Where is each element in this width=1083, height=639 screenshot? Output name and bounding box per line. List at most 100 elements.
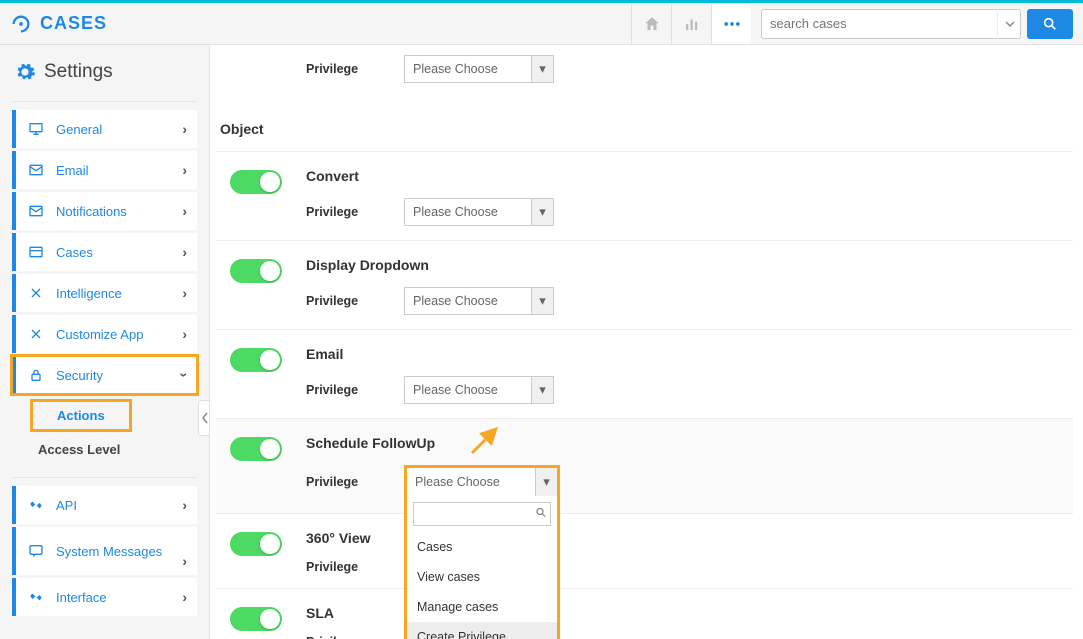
dropdown-search-input[interactable] bbox=[413, 502, 551, 526]
toggle-360-view[interactable] bbox=[230, 532, 282, 556]
stats-icon[interactable] bbox=[671, 4, 711, 44]
plug-icon bbox=[26, 589, 46, 605]
more-icon[interactable] bbox=[711, 4, 751, 44]
tools-icon bbox=[26, 326, 46, 342]
toggle-convert[interactable] bbox=[230, 170, 282, 194]
mail-icon bbox=[26, 162, 46, 178]
main-panel: Privilege Please Choose ▾ Object Convert… bbox=[210, 45, 1083, 639]
privilege-select[interactable]: Please Choose▾ bbox=[404, 287, 554, 315]
toggle-schedule-followup[interactable] bbox=[230, 437, 282, 461]
sidebar-title: Settings bbox=[44, 61, 113, 83]
chevron-right-icon: › bbox=[182, 285, 187, 301]
plug-icon bbox=[26, 497, 46, 513]
home-icon[interactable] bbox=[631, 4, 671, 44]
chevron-right-icon: › bbox=[182, 244, 187, 260]
tools-icon bbox=[26, 285, 46, 301]
chevron-right-icon: › bbox=[182, 497, 187, 513]
row-title: Convert bbox=[306, 168, 1063, 184]
chevron-right-icon: › bbox=[182, 326, 187, 342]
select-value: Please Choose bbox=[405, 199, 531, 225]
sidebar-item-cases[interactable]: Cases › bbox=[12, 233, 197, 271]
privilege-select[interactable]: Please Choose ▾ bbox=[404, 55, 554, 83]
row-sla: SLA Privilege bbox=[216, 588, 1073, 639]
search-dropdown-caret[interactable] bbox=[997, 9, 1021, 39]
privilege-label: Privilege bbox=[306, 475, 366, 489]
search-area bbox=[761, 9, 1073, 39]
sidebar-item-email[interactable]: Email › bbox=[12, 151, 197, 189]
caret-down-icon[interactable]: ▾ bbox=[531, 56, 553, 82]
sidebar-sub-actions[interactable]: Actions bbox=[30, 399, 132, 432]
privilege-select[interactable]: Please Choose▾ bbox=[404, 376, 554, 404]
chevron-right-icon: › bbox=[182, 589, 187, 605]
sidebar-item-interface[interactable]: Interface › bbox=[12, 578, 197, 616]
select-value: Please Choose bbox=[407, 468, 535, 496]
privilege-label: Privilege bbox=[306, 205, 366, 219]
dropdown-option[interactable]: View cases bbox=[407, 562, 557, 592]
sidebar-sub-access-level[interactable]: Access Level bbox=[30, 432, 197, 463]
toggle-display-dropdown[interactable] bbox=[230, 259, 282, 283]
row-email: Email Privilege Please Choose▾ bbox=[216, 329, 1073, 418]
sidebar-item-label: General bbox=[56, 122, 182, 137]
row-title: Email bbox=[306, 346, 1063, 362]
sidebar-item-label: Notifications bbox=[56, 204, 182, 219]
sidebar-item-label: Email bbox=[56, 163, 182, 178]
search-input[interactable] bbox=[761, 9, 1021, 39]
card-icon bbox=[26, 244, 46, 260]
sidebar-item-label: Customize App bbox=[56, 327, 182, 342]
select-value: Please Choose bbox=[405, 377, 531, 403]
privilege-label: Privilege bbox=[306, 560, 366, 574]
sidebar-item-label: System Messages bbox=[56, 544, 182, 559]
top-bar: CASES bbox=[0, 0, 1083, 45]
sidebar-item-general[interactable]: General › bbox=[12, 110, 197, 148]
privilege-select[interactable]: Please Choose ▾ bbox=[407, 468, 557, 496]
sidebar-item-notifications[interactable]: Notifications › bbox=[12, 192, 197, 230]
sidebar-item-api[interactable]: API › bbox=[12, 486, 197, 524]
dropdown-option[interactable]: Cases bbox=[407, 532, 557, 562]
row-360-view: 360° View Privilege bbox=[216, 513, 1073, 588]
brand: CASES bbox=[10, 13, 107, 35]
row-title: Display Dropdown bbox=[306, 257, 1063, 273]
search-button[interactable] bbox=[1027, 9, 1073, 39]
section-title-object: Object bbox=[216, 97, 1073, 151]
gear-icon bbox=[14, 61, 36, 83]
chevron-right-icon: › bbox=[182, 553, 187, 569]
chevron-right-icon: › bbox=[182, 121, 187, 137]
sidebar-heading: Settings bbox=[12, 57, 197, 95]
chevron-down-icon: › bbox=[177, 373, 193, 378]
top-privilege-row: Privilege Please Choose ▾ bbox=[216, 45, 1073, 97]
sidebar: Settings General › Email › Notifications… bbox=[0, 45, 210, 639]
sidebar-sub-security: Actions Access Level bbox=[12, 397, 197, 471]
dropdown-option[interactable]: Create Privilege bbox=[407, 622, 557, 639]
sidebar-item-customize-app[interactable]: Customize App › bbox=[12, 315, 197, 353]
caret-down-icon[interactable]: ▾ bbox=[531, 288, 553, 314]
privilege-label: Privilege bbox=[306, 294, 366, 308]
search-box bbox=[761, 9, 1021, 39]
search-icon bbox=[535, 507, 547, 522]
privilege-select[interactable]: Please Choose▾ bbox=[404, 198, 554, 226]
sidebar-item-system-messages[interactable]: System Messages › bbox=[12, 527, 197, 575]
sidebar-item-intelligence[interactable]: Intelligence › bbox=[12, 274, 197, 312]
brand-logo-icon bbox=[10, 13, 32, 35]
lock-icon bbox=[26, 367, 46, 383]
caret-down-icon[interactable]: ▾ bbox=[531, 377, 553, 403]
chevron-right-icon: › bbox=[182, 203, 187, 219]
toggle-sla[interactable] bbox=[230, 607, 282, 631]
row-convert: Convert Privilege Please Choose▾ bbox=[216, 151, 1073, 240]
dropdown-option[interactable]: Manage cases bbox=[407, 592, 557, 622]
search-icon bbox=[1042, 16, 1058, 32]
sidebar-item-label: Interface bbox=[56, 590, 182, 605]
caret-down-icon[interactable]: ▾ bbox=[535, 468, 557, 496]
row-title: Schedule FollowUp bbox=[306, 435, 1063, 451]
sidebar-collapse-handle[interactable] bbox=[198, 400, 210, 436]
select-value: Please Choose bbox=[405, 56, 531, 82]
row-display-dropdown: Display Dropdown Privilege Please Choose… bbox=[216, 240, 1073, 329]
brand-text: CASES bbox=[40, 13, 107, 34]
sidebar-item-label: Intelligence bbox=[56, 286, 182, 301]
caret-down-icon[interactable]: ▾ bbox=[531, 199, 553, 225]
mail-icon bbox=[26, 203, 46, 219]
divider bbox=[12, 101, 197, 102]
sidebar-item-security[interactable]: Security › bbox=[12, 356, 197, 394]
divider bbox=[12, 477, 197, 478]
privilege-label: Privilege bbox=[306, 635, 366, 639]
toggle-email[interactable] bbox=[230, 348, 282, 372]
